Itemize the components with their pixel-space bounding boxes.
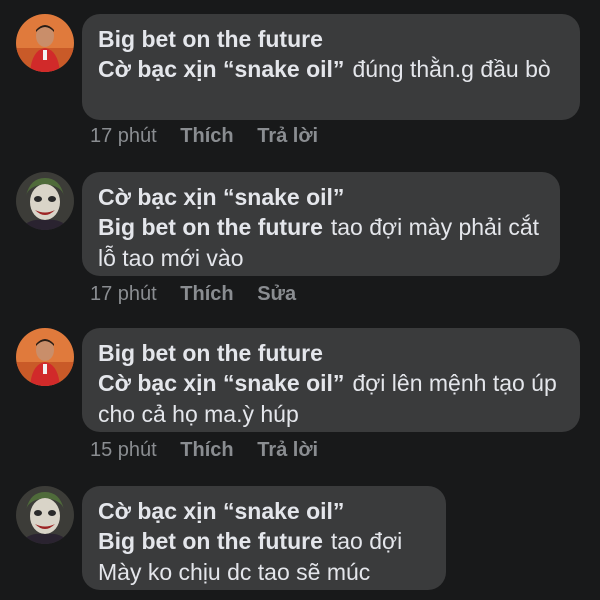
avatar[interactable] [16,172,74,230]
comment-author[interactable]: Big bet on the future [98,338,562,368]
reply-button[interactable]: Trả lời [257,439,318,461]
comment-author[interactable]: Cờ bạc xịn “snake oil” [98,496,428,526]
comment-actions: 17 phút Thích Sửa [90,282,314,306]
avatar[interactable] [16,486,74,544]
comment-bubble: Cờ bạc xịn “snake oil” Big bet on the fu… [82,172,560,276]
comment-bubble: Big bet on the future Cờ bạc xịn “snake … [82,328,580,432]
comment-actions: 17 phút Thích Trả lời [90,124,336,148]
like-button[interactable]: Thích [180,125,233,147]
comment-body: Cờ bạc xịn “snake oil” đợi lên mệnh tạo ú… [98,368,562,430]
comment-body: Cờ bạc xịn “snake oil” đúng thằn.g đầu bò [98,54,562,85]
comment-bubble: Big bet on the future Cờ bạc xịn “snake … [82,14,580,120]
reply-button[interactable]: Trả lời [257,125,318,147]
comment-bubble: Cờ bạc xịn “snake oil” Big bet on the fu… [82,486,446,590]
like-button[interactable]: Thích [180,283,233,305]
edit-button[interactable]: Sửa [257,283,296,305]
like-button[interactable]: Thích [180,439,233,461]
comment-author[interactable]: Big bet on the future [98,24,562,54]
joker-avatar-icon [16,172,74,230]
comment-body: Big bet on the future tao đợi Mày ko chịu… [98,526,428,588]
avatar[interactable] [16,328,74,386]
tennis-player-avatar-icon [16,328,74,386]
mention-tag[interactable]: Big bet on the future [98,214,323,240]
mention-tag[interactable]: Cờ bạc xịn “snake oil” [98,370,344,396]
comment-time[interactable]: 17 phút [90,125,157,147]
tennis-player-avatar-icon [16,14,74,72]
mention-tag[interactable]: Big bet on the future [98,528,323,554]
comment-actions: 15 phút Thích Trả lời [90,438,336,462]
comment-body: Big bet on the future tao đợi mày phải cắ… [98,212,542,274]
comment-text: đúng thằn.g đầu bò [352,56,551,82]
comment-time[interactable]: 15 phút [90,439,157,461]
comment-author[interactable]: Cờ bạc xịn “snake oil” [98,182,542,212]
joker-avatar-icon [16,486,74,544]
comment-time[interactable]: 17 phút [90,283,157,305]
mention-tag[interactable]: Cờ bạc xịn “snake oil” [98,56,344,82]
avatar[interactable] [16,14,74,72]
